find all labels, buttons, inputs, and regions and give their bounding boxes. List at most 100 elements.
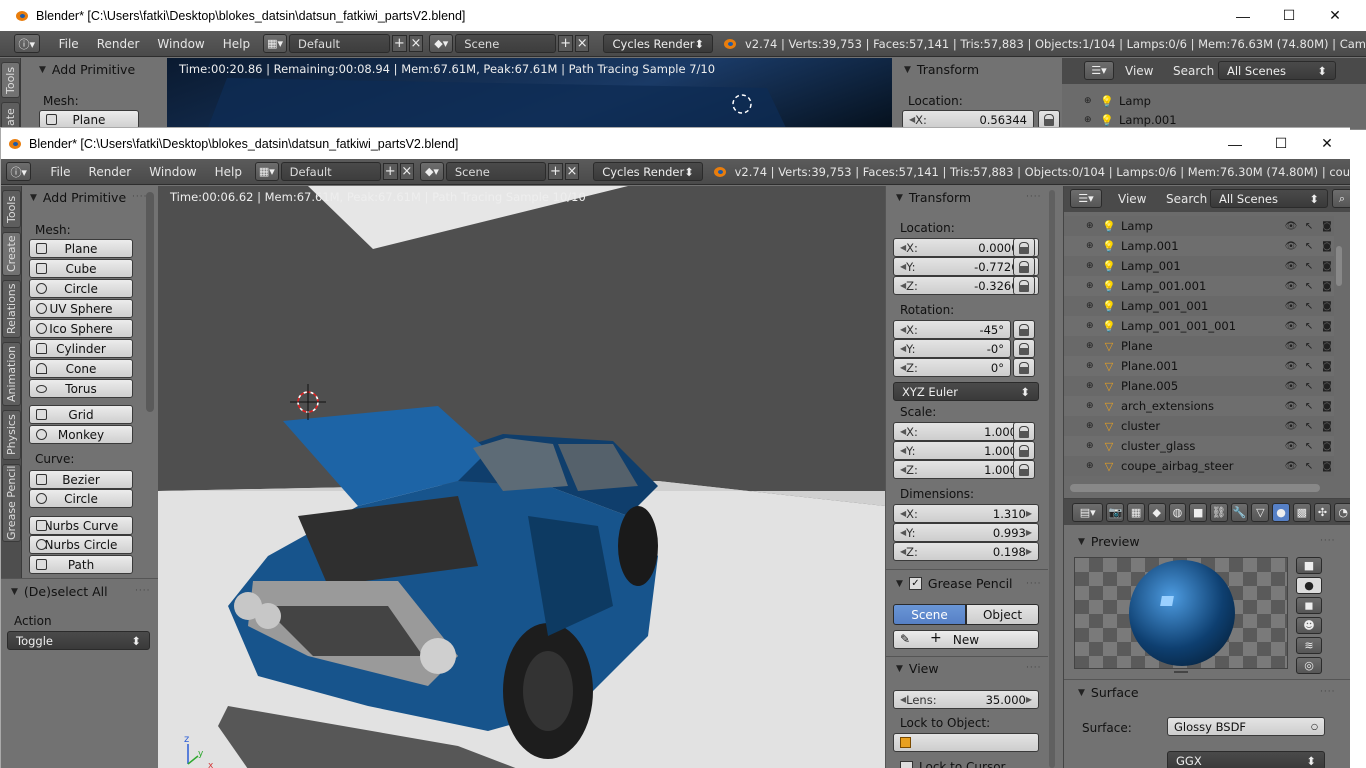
- preview-header[interactable]: ▼ Preview: [1078, 534, 1140, 549]
- render-camera-icon[interactable]: ◙: [1320, 259, 1334, 273]
- lens-field[interactable]: ◀ Lens: 35.000 ▶: [893, 690, 1039, 709]
- render-camera-icon[interactable]: ◙: [1320, 359, 1334, 373]
- render-camera-icon[interactable]: ◙: [1320, 239, 1334, 253]
- selectable-cursor-icon[interactable]: ↖: [1302, 359, 1316, 373]
- selectable-cursor-icon[interactable]: ↖: [1302, 459, 1316, 473]
- visibility-eye-icon[interactable]: 👁: [1284, 399, 1298, 413]
- remove-screen-icon[interactable]: ×: [408, 35, 424, 52]
- add-uv-sphere-button[interactable]: UV Sphere: [29, 299, 133, 318]
- visibility-eye-icon[interactable]: 👁: [1284, 299, 1298, 313]
- remove-scene-icon[interactable]: ×: [564, 163, 580, 180]
- outliner-row[interactable]: ⊕ 💡 Lamp_001_001_001 👁 ↖ ◙: [1064, 316, 1334, 336]
- minimize-button[interactable]: —: [1220, 0, 1266, 31]
- surface-shader-field[interactable]: Glossy BSDF ○: [1167, 717, 1325, 736]
- data-tab-icon[interactable]: ▽: [1251, 502, 1270, 522]
- operator-header[interactable]: ▼ (De)select All: [11, 584, 108, 599]
- grease-pencil-header[interactable]: ▼ ✓ Grease Pencil: [896, 576, 1013, 591]
- render-tab-icon[interactable]: 📷: [1106, 502, 1125, 522]
- preview-sphere-icon[interactable]: ●: [1296, 577, 1322, 594]
- lock-location-y-icon[interactable]: [1013, 257, 1035, 276]
- increment-icon[interactable]: ▶: [1026, 547, 1032, 556]
- add-screen-icon[interactable]: +: [392, 35, 407, 52]
- close-button[interactable]: ✕: [1304, 128, 1350, 159]
- selectable-cursor-icon[interactable]: ↖: [1302, 239, 1316, 253]
- outliner-row[interactable]: ⊕ ▽ cluster 👁 ↖ ◙: [1064, 416, 1334, 436]
- menu-help[interactable]: Help: [214, 37, 259, 51]
- modifiers-tab-icon[interactable]: 🔧: [1230, 502, 1249, 522]
- menu-render[interactable]: Render: [80, 165, 141, 179]
- add-screen-icon[interactable]: +: [382, 163, 398, 180]
- remove-screen-icon[interactable]: ×: [399, 163, 415, 180]
- drag-grip-icon[interactable]: ····: [135, 586, 150, 596]
- drag-grip-icon[interactable]: ····: [1026, 663, 1041, 673]
- expand-icon[interactable]: ⊕: [1086, 301, 1098, 311]
- texture-tab-icon[interactable]: ▩: [1292, 502, 1311, 522]
- menu-window[interactable]: Window: [140, 165, 205, 179]
- add-grid-button[interactable]: Grid: [29, 405, 133, 424]
- selectable-cursor-icon[interactable]: ↖: [1302, 219, 1316, 233]
- screen-layout-field[interactable]: Default: [280, 162, 381, 181]
- expand-icon[interactable]: ⊕: [1086, 461, 1098, 471]
- node-link-icon[interactable]: ○: [1311, 722, 1318, 731]
- screen-layout-icon[interactable]: ▦▾: [254, 162, 279, 181]
- render-viewport[interactable]: Time:00:20.86 | Remaining:00:08.94 | Mem…: [167, 58, 892, 129]
- scene-field[interactable]: Scene: [445, 162, 547, 181]
- scale-z-field[interactable]: ◀ Z: 1.000: [893, 460, 1024, 479]
- menu-help[interactable]: Help: [206, 165, 251, 179]
- maximize-button[interactable]: ☐: [1266, 0, 1312, 31]
- expand-icon[interactable]: ⊕: [1086, 381, 1098, 391]
- selectable-cursor-icon[interactable]: ↖: [1302, 399, 1316, 413]
- resize-grip-icon[interactable]: [1174, 671, 1188, 673]
- render-camera-icon[interactable]: ◙: [1320, 459, 1334, 473]
- scene-icon[interactable]: ◆▾: [420, 162, 444, 181]
- add-plane-button[interactable]: Plane: [29, 239, 133, 258]
- outliner-row[interactable]: ⊕ ▽ cluster_glass 👁 ↖ ◙: [1064, 436, 1334, 456]
- lock-scale-x-icon[interactable]: [1013, 422, 1035, 441]
- outliner-row[interactable]: ⊕ ▽ Plane.005 👁 ↖ ◙: [1064, 376, 1334, 396]
- display-filter-dropdown[interactable]: All Scenes ⬍: [1210, 189, 1328, 208]
- drag-grip-icon[interactable]: ····: [1320, 687, 1335, 697]
- grease-pencil-new-button[interactable]: ✎ + New: [893, 630, 1039, 649]
- lock-rotation-x-icon[interactable]: [1013, 320, 1035, 339]
- n-panel-scrollbar[interactable]: [1049, 190, 1055, 768]
- tab-create[interactable]: ate: [1, 102, 20, 129]
- tab-physics[interactable]: Physics: [2, 410, 21, 460]
- selectable-cursor-icon[interactable]: ↖: [1302, 279, 1316, 293]
- lock-location-z-icon[interactable]: [1013, 276, 1035, 295]
- scale-y-field[interactable]: ◀ Y: 1.000: [893, 441, 1024, 460]
- display-filter-dropdown[interactable]: All Scenes ⬍: [1218, 61, 1336, 80]
- particles-tab-icon[interactable]: ✣: [1313, 502, 1332, 522]
- toolshelf-scrollbar[interactable]: [146, 192, 154, 412]
- expand-icon[interactable]: ⊕: [1086, 341, 1098, 351]
- add-bezier-button[interactable]: Bezier: [29, 470, 133, 489]
- visibility-eye-icon[interactable]: 👁: [1284, 339, 1298, 353]
- outliner-row[interactable]: ⊕ ▽ Plane.001 👁 ↖ ◙: [1064, 356, 1334, 376]
- selectable-cursor-icon[interactable]: ↖: [1302, 319, 1316, 333]
- selectable-cursor-icon[interactable]: ↖: [1302, 299, 1316, 313]
- preview-plane-icon[interactable]: ■: [1296, 557, 1322, 574]
- preview-hair-icon[interactable]: ≋: [1296, 637, 1322, 654]
- physics-tab-icon[interactable]: ◔: [1334, 502, 1350, 522]
- selectable-cursor-icon[interactable]: ↖: [1302, 419, 1316, 433]
- render-camera-icon[interactable]: ◙: [1320, 339, 1334, 353]
- grease-pencil-checkbox[interactable]: ✓: [908, 577, 922, 590]
- add-circle-button[interactable]: Circle: [29, 279, 133, 298]
- expand-icon[interactable]: ⊕: [1086, 401, 1098, 411]
- 3d-viewport-render[interactable]: z y x Time:00:06.62 | Mem:67.61M, Peak:6…: [158, 186, 885, 768]
- render-camera-icon[interactable]: ◙: [1320, 219, 1334, 233]
- preview-cube-icon[interactable]: ◼: [1296, 597, 1322, 614]
- add-nurbs-circle-button[interactable]: Nurbs Circle: [29, 535, 133, 554]
- selectable-cursor-icon[interactable]: ↖: [1302, 379, 1316, 393]
- menu-file[interactable]: File: [50, 37, 88, 51]
- selectable-cursor-icon[interactable]: ↖: [1302, 439, 1316, 453]
- expand-icon[interactable]: ⊕: [1084, 96, 1096, 106]
- dimensions-x-field[interactable]: ◀ X: 1.310 ▶: [893, 504, 1039, 523]
- constraints-tab-icon[interactable]: ⛓: [1210, 502, 1228, 522]
- add-scene-icon[interactable]: +: [548, 163, 563, 180]
- scene-field[interactable]: Scene: [455, 34, 557, 53]
- expand-icon[interactable]: ⊕: [1086, 361, 1098, 371]
- increment-icon[interactable]: ▶: [1026, 695, 1032, 704]
- expand-icon[interactable]: ⊕: [1084, 115, 1096, 125]
- selectable-cursor-icon[interactable]: ↖: [1302, 339, 1316, 353]
- tab-animation[interactable]: Animation: [2, 342, 21, 406]
